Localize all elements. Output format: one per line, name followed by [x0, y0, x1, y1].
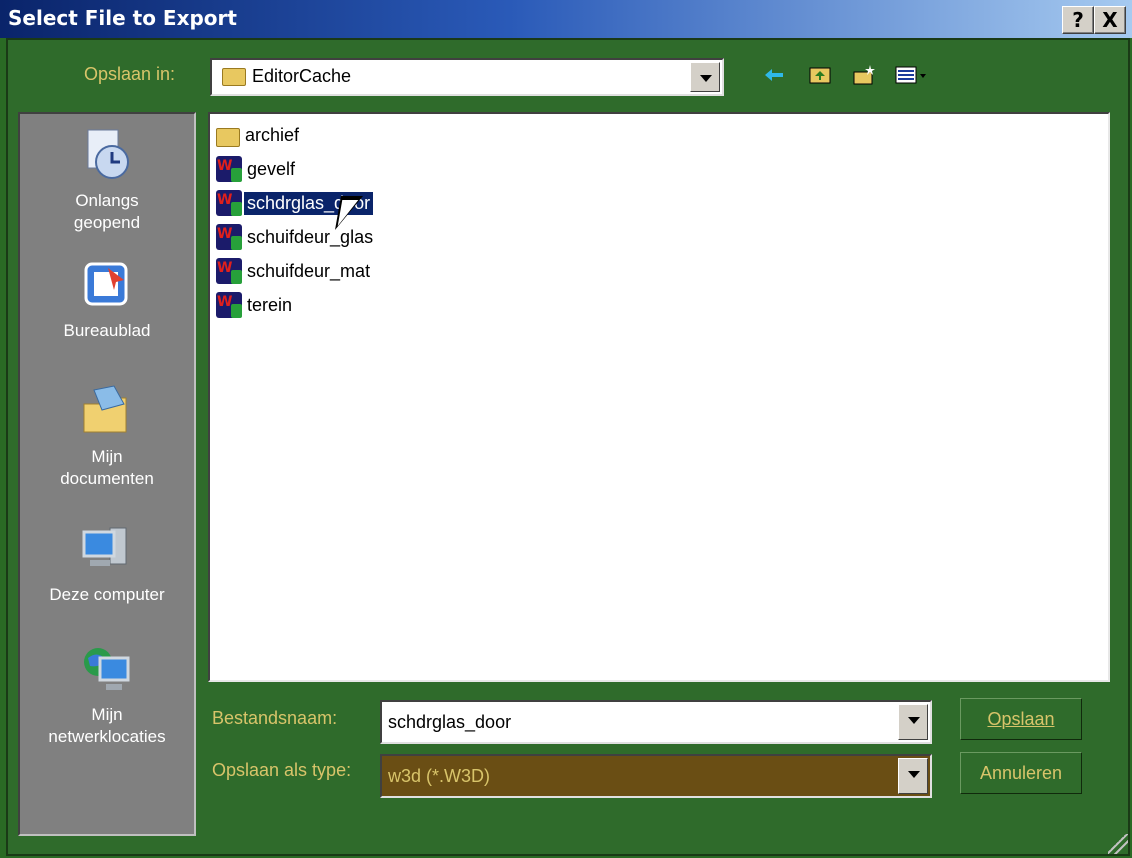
recent-clock-icon	[87, 129, 129, 179]
title-bar: Select File to Export ? X	[0, 0, 1132, 38]
documents-folder-icon	[83, 385, 127, 433]
file-name: archief	[245, 124, 300, 145]
file-name: terein	[247, 294, 293, 315]
computer-icon	[82, 527, 127, 566]
help-button[interactable]: ?	[1062, 6, 1094, 34]
w3d-file-icon	[216, 258, 242, 284]
file-name: schuifdeur_mat	[247, 260, 371, 281]
chevron-down-icon[interactable]	[898, 704, 928, 740]
back-arrow-icon[interactable]	[762, 64, 786, 86]
place-recent-label: Onlangs geopend	[73, 191, 141, 232]
save-in-dropdown[interactable]: EditorCache	[210, 58, 724, 96]
file-type-value: w3d (*.W3D)	[388, 766, 491, 786]
folder-icon	[222, 68, 246, 86]
place-network[interactable]: Mijn netwerklocaties	[20, 642, 194, 748]
chevron-down-icon[interactable]	[690, 62, 720, 92]
file-type-dropdown[interactable]: w3d (*.W3D)	[380, 754, 932, 798]
place-desktop[interactable]: Bureaublad	[20, 258, 194, 342]
view-menu-icon[interactable]	[894, 64, 928, 86]
desktop-icon	[84, 262, 128, 306]
chevron-down-icon[interactable]	[898, 758, 928, 794]
list-item[interactable]: gevelf	[216, 154, 298, 184]
places-bar: Onlangs geopend Bureaublad Mijn document…	[18, 112, 196, 836]
list-item[interactable]: schuifdeur_mat	[216, 256, 373, 286]
list-item[interactable]: archief	[216, 120, 302, 150]
filename-field[interactable]: schdrglas_door	[380, 700, 932, 744]
window-title: Select File to Export	[8, 6, 237, 30]
folder-icon	[216, 127, 240, 147]
save-button[interactable]: Opslaan	[960, 698, 1082, 740]
filename-label: Bestandsnaam:	[212, 708, 338, 728]
w3d-file-icon	[216, 190, 242, 216]
place-documents[interactable]: Mijn documenten	[20, 384, 194, 490]
place-network-label: Mijn netwerklocaties	[48, 705, 166, 746]
w3d-file-icon	[216, 292, 242, 318]
place-recent[interactable]: Onlangs geopend	[20, 128, 194, 234]
new-folder-icon[interactable]	[852, 64, 876, 86]
place-computer-label: Deze computer	[49, 585, 165, 604]
cancel-button-label: Annuleren	[979, 763, 1063, 783]
filename-value[interactable]: schdrglas_door	[388, 712, 511, 733]
save-in-value: EditorCache	[252, 66, 352, 86]
place-computer[interactable]: Deze computer	[20, 522, 194, 606]
save-in-label: Opslaan in:	[84, 64, 176, 84]
w3d-file-icon	[216, 224, 242, 250]
file-name: gevelf	[247, 158, 296, 179]
up-folder-icon[interactable]	[808, 64, 832, 86]
cancel-button[interactable]: Annuleren	[960, 752, 1082, 794]
w3d-file-icon	[216, 156, 242, 182]
file-type-label: Opslaan als type:	[212, 760, 352, 780]
resize-grip-icon[interactable]	[1108, 834, 1128, 854]
network-places-icon	[84, 648, 130, 690]
place-documents-label: Mijn documenten	[60, 447, 154, 488]
save-button-label: Opslaan	[987, 709, 1055, 729]
place-desktop-label: Bureaublad	[63, 321, 151, 340]
close-button[interactable]: X	[1094, 6, 1126, 34]
list-item[interactable]: terein	[216, 290, 295, 320]
